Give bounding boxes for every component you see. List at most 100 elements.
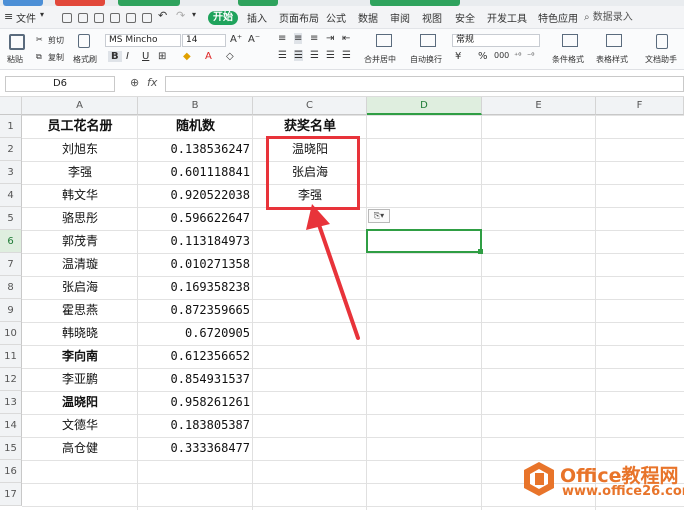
font-color-icon[interactable]: A (205, 51, 212, 62)
export-pdf-icon[interactable] (110, 13, 120, 23)
employee-cell[interactable]: 郭茂青 (22, 230, 138, 253)
bold-button[interactable]: B (108, 51, 122, 62)
active-cell-d6[interactable] (366, 229, 483, 254)
row-header-5[interactable]: 5 (0, 207, 22, 230)
chevron-down-icon[interactable]: ▾ (192, 10, 196, 19)
conditional-format-icon[interactable] (562, 34, 578, 47)
employee-cell[interactable]: 韩文华 (22, 184, 138, 207)
font-name-select[interactable]: MS Mincho (105, 34, 181, 47)
random-number-cell[interactable]: 0.010271358 (138, 253, 253, 276)
employee-cell[interactable]: 高仓健 (22, 437, 138, 460)
row-header-15[interactable]: 15 (0, 437, 22, 460)
column-header-d[interactable]: D (367, 97, 482, 115)
align-bottom-icon[interactable]: ≡ (310, 33, 318, 44)
format-painter-button[interactable]: 格式刷 (73, 54, 97, 65)
tab-formulas[interactable]: 公式 (326, 10, 346, 25)
row-header-2[interactable]: 2 (0, 138, 22, 161)
row-header-11[interactable]: 11 (0, 345, 22, 368)
random-number-cell[interactable]: 0.169358238 (138, 276, 253, 299)
undo-icon[interactable]: ↶ (158, 9, 167, 22)
align-center-icon[interactable]: ☰ (294, 50, 303, 61)
align-left-icon[interactable]: ☰ (278, 50, 287, 61)
file-menu[interactable]: 文件 (16, 10, 36, 25)
wrap-text-button[interactable]: 自动换行 (410, 54, 442, 65)
header-cell-random-number[interactable]: 随机数 (138, 115, 253, 138)
employee-cell[interactable]: 骆思彤 (22, 207, 138, 230)
random-number-cell[interactable]: 0.854931537 (138, 368, 253, 391)
tab-data[interactable]: 数据 (358, 10, 378, 25)
column-header-c[interactable]: C (253, 97, 367, 115)
column-header-f[interactable]: F (596, 97, 684, 115)
conditional-format-button[interactable]: 条件格式 (552, 54, 584, 65)
row-header-4[interactable]: 4 (0, 184, 22, 207)
table-style-icon[interactable] (606, 34, 622, 47)
employee-cell[interactable]: 张启海 (22, 276, 138, 299)
new-doc-icon[interactable] (62, 13, 72, 23)
paste-button[interactable]: 粘贴 (7, 54, 23, 65)
header-cell-employee-roster[interactable]: 员工花名册 (22, 115, 138, 138)
random-number-cell[interactable]: 0.601118841 (138, 161, 253, 184)
tab-review[interactable]: 审阅 (390, 10, 410, 25)
thousands-button[interactable]: 000 (494, 51, 509, 60)
employee-cell[interactable]: 李向南 (22, 345, 138, 368)
employee-cell[interactable]: 刘旭东 (22, 138, 138, 161)
percent-button[interactable]: % (478, 51, 488, 62)
header-cell-winners[interactable]: 获奖名单 (253, 115, 367, 138)
wrap-text-icon[interactable] (420, 34, 436, 47)
row-header-17[interactable]: 17 (0, 483, 22, 506)
employee-cell[interactable]: 韩晓晓 (22, 322, 138, 345)
row-header-13[interactable]: 13 (0, 391, 22, 414)
currency-icon[interactable]: ¥ (455, 51, 461, 62)
tab-start[interactable]: 开始 (208, 11, 238, 25)
justify-icon[interactable]: ☰ (326, 50, 335, 61)
random-number-cell[interactable]: 0.113184973 (138, 230, 253, 253)
decrease-decimal-icon[interactable]: ⁻⁰ (527, 51, 534, 60)
row-header-3[interactable]: 3 (0, 161, 22, 184)
row-header-12[interactable]: 12 (0, 368, 22, 391)
chevron-down-icon[interactable]: ▾ (40, 10, 44, 19)
employee-cell[interactable]: 李强 (22, 161, 138, 184)
cut-button[interactable]: 剪切 (48, 35, 64, 46)
font-shrink-icon[interactable]: A⁻ (248, 34, 260, 45)
tab-view[interactable]: 视图 (422, 10, 442, 25)
select-all-corner[interactable] (0, 97, 22, 115)
random-number-cell[interactable]: 0.872359665 (138, 299, 253, 322)
indent-icon[interactable]: ⇥ (326, 33, 334, 44)
random-number-cell[interactable]: 0.138536247 (138, 138, 253, 161)
open-folder-icon[interactable] (78, 13, 88, 23)
employee-cell[interactable]: 霍思燕 (22, 299, 138, 322)
underline-button[interactable]: U (142, 51, 149, 62)
border-icon[interactable]: ⊞ (158, 51, 166, 62)
tab-developer[interactable]: 开发工具 (487, 10, 527, 25)
doc-helper-icon[interactable] (656, 34, 668, 49)
redo-icon[interactable]: ↷ (176, 9, 185, 22)
distribute-icon[interactable]: ☰ (342, 50, 351, 61)
row-header-7[interactable]: 7 (0, 253, 22, 276)
row-header-16[interactable]: 16 (0, 460, 22, 483)
command-search[interactable]: ⌕ 数据录入 (584, 10, 676, 25)
random-number-cell[interactable]: 0.6720905 (138, 322, 253, 345)
name-box[interactable]: D6 (5, 76, 115, 92)
paste-options-button[interactable]: ⎘▾ (368, 209, 390, 223)
zoom-icon[interactable]: ⊕ (130, 76, 139, 89)
italic-button[interactable]: I (126, 51, 129, 62)
column-header-e[interactable]: E (482, 97, 596, 115)
row-header-9[interactable]: 9 (0, 299, 22, 322)
tab-security[interactable]: 安全 (455, 10, 475, 25)
random-number-cell[interactable]: 0.333368477 (138, 437, 253, 460)
fill-handle[interactable] (478, 249, 483, 254)
random-number-cell[interactable]: 0.958261261 (138, 391, 253, 414)
paste-icon[interactable] (9, 34, 25, 50)
row-header-14[interactable]: 14 (0, 414, 22, 437)
print-icon[interactable] (126, 13, 136, 23)
row-header-6[interactable]: 6 (0, 230, 22, 253)
row-header-10[interactable]: 10 (0, 322, 22, 345)
align-top-icon[interactable]: ≡ (278, 33, 286, 44)
fill-color-icon[interactable]: ◆ (183, 51, 191, 62)
tab-special[interactable]: 特色应用 (538, 10, 578, 25)
tab-page-layout[interactable]: 页面布局 (279, 10, 319, 25)
column-header-b[interactable]: B (138, 97, 253, 115)
print-preview-icon[interactable] (142, 13, 152, 23)
random-number-cell[interactable]: 0.612356652 (138, 345, 253, 368)
formula-input[interactable] (165, 76, 684, 92)
